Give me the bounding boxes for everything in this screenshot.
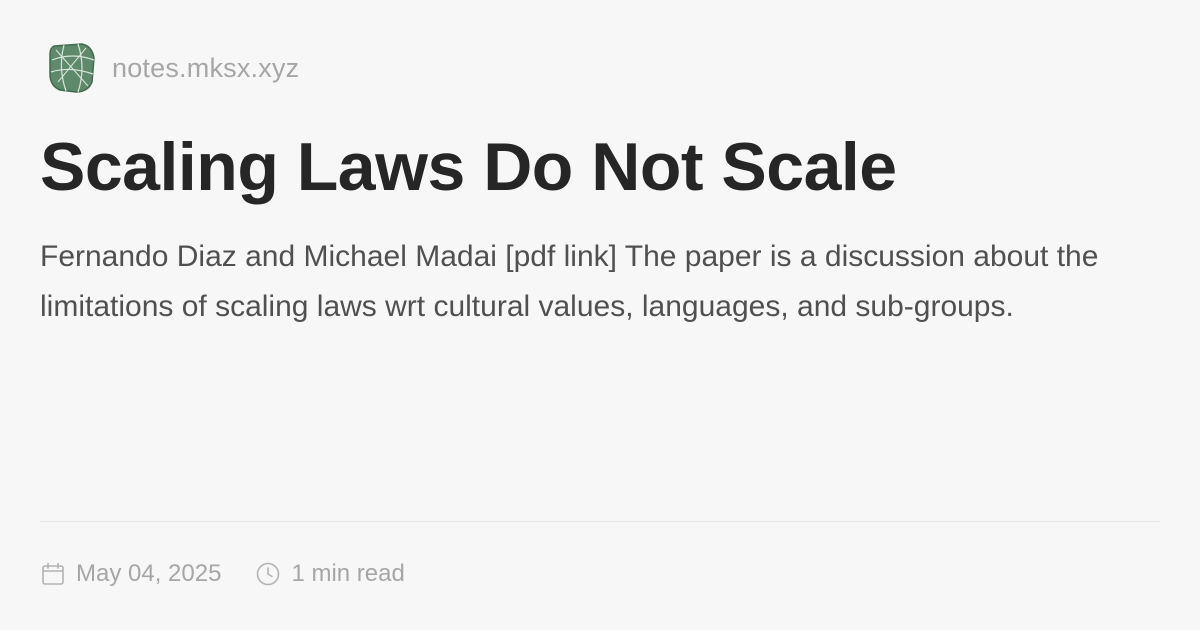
post-description: Fernando Diaz and Michael Madai [pdf lin… (40, 240, 1099, 323)
post-meta: May 04, 2025 1 min read (40, 555, 439, 593)
social-preview-card: notes.mksx.xyz Scaling Laws Do Not Scale… (0, 0, 1200, 630)
post-date-text: May 04, 2025 (76, 560, 222, 587)
divider (40, 521, 1160, 522)
site-header: notes.mksx.xyz (42, 38, 299, 98)
site-name[interactable]: notes.mksx.xyz (112, 53, 299, 84)
read-time: 1 min read (255, 560, 405, 588)
read-time-text: 1 min read (291, 560, 405, 587)
clock-icon (257, 562, 280, 586)
site-logo-icon (49, 43, 95, 93)
calendar-icon (42, 562, 64, 585)
post-date: May 04, 2025 (40, 560, 221, 588)
post-title: Scaling Laws Do Not Scale (40, 129, 897, 205)
